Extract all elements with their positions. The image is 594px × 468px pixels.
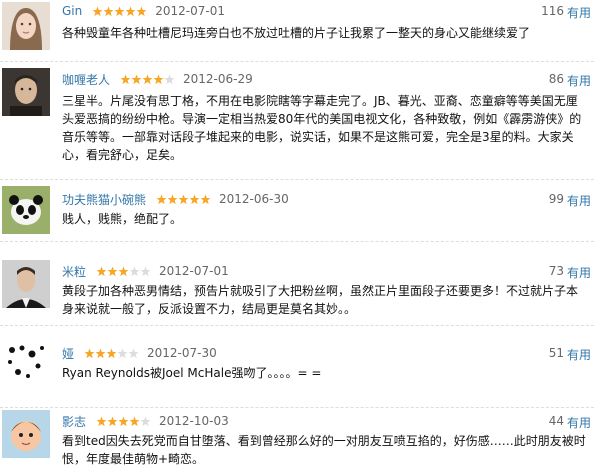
man-portrait-icon bbox=[2, 68, 50, 116]
cartoon-girl-icon bbox=[2, 410, 50, 458]
star-icon bbox=[114, 6, 125, 16]
useful-button[interactable]: 有用 bbox=[567, 346, 591, 363]
avatar[interactable] bbox=[2, 338, 50, 386]
review-date: 2012-07-30 bbox=[147, 346, 217, 360]
star-icon bbox=[106, 348, 117, 358]
star-icon bbox=[125, 6, 136, 16]
star-icon bbox=[84, 348, 95, 358]
star-icon bbox=[136, 6, 147, 16]
rating-stars bbox=[84, 348, 139, 359]
useful-button[interactable]: 有用 bbox=[567, 4, 591, 21]
vote-count: 51 bbox=[548, 346, 564, 360]
review-text: 贱人，贱熊，绝配了。 bbox=[62, 212, 183, 226]
vote-count: 86 bbox=[548, 72, 564, 86]
star-icon bbox=[129, 266, 140, 276]
rating-stars bbox=[156, 194, 211, 205]
star-icon bbox=[118, 266, 129, 276]
star-icon bbox=[118, 416, 129, 426]
review-list: Gin 2012-07-01 116 有用 各种毁童年各种吐槽尼玛连旁白也不放过… bbox=[0, 0, 594, 468]
review-text: Ryan Reynolds被Joel McHale强吻了。。。。= = bbox=[62, 366, 322, 380]
star-icon bbox=[178, 194, 189, 204]
star-icon bbox=[142, 74, 153, 84]
review-date: 2012-06-30 bbox=[219, 192, 289, 206]
useful-button[interactable]: 有用 bbox=[567, 72, 591, 89]
avatar[interactable] bbox=[2, 410, 50, 458]
star-icon bbox=[128, 348, 139, 358]
star-icon bbox=[95, 348, 106, 358]
woman-portrait-icon bbox=[2, 2, 50, 50]
review-item: 咖喱老人 2012-06-29 86 有用 三星半。片尾没有思丁格，不用在电影院… bbox=[0, 62, 594, 180]
review-text: 三星半。片尾没有思丁格，不用在电影院瞎等字幕走完了。JB、暮光、亚裔、恋童癖等等… bbox=[62, 94, 582, 162]
author-name[interactable]: 咖喱老人 bbox=[62, 71, 110, 88]
star-icon bbox=[156, 194, 167, 204]
vote-count: 99 bbox=[548, 192, 564, 206]
avatar[interactable] bbox=[2, 260, 50, 308]
review-date: 2012-10-03 bbox=[159, 414, 229, 428]
author-name[interactable]: 影志 bbox=[62, 413, 86, 430]
avatar[interactable] bbox=[2, 186, 50, 234]
review-date: 2012-07-01 bbox=[155, 4, 225, 18]
panda-icon bbox=[2, 186, 50, 234]
author-name[interactable]: 米粒 bbox=[62, 263, 86, 280]
review-date: 2012-07-01 bbox=[159, 264, 229, 278]
vote-count: 116 bbox=[541, 4, 564, 18]
review-text: 各种毁童年各种吐槽尼玛连旁白也不放过吐槽的片子让我累了一整天的身心又能继续爱了 bbox=[62, 26, 531, 40]
star-icon bbox=[153, 74, 164, 84]
rating-stars bbox=[96, 416, 151, 427]
star-icon bbox=[92, 6, 103, 16]
review-item: 影志 2012-10-03 44 有用 看到ted因失去死党而自甘堕落、看到曾经… bbox=[0, 408, 594, 468]
useful-button[interactable]: 有用 bbox=[567, 192, 591, 209]
avatar[interactable] bbox=[2, 68, 50, 116]
star-icon bbox=[96, 266, 107, 276]
review-item: Gin 2012-07-01 116 有用 各种毁童年各种吐槽尼玛连旁白也不放过… bbox=[0, 0, 594, 62]
star-icon bbox=[107, 266, 118, 276]
vote-count: 73 bbox=[548, 264, 564, 278]
man-suit-icon bbox=[2, 260, 50, 308]
star-icon bbox=[120, 74, 131, 84]
star-icon bbox=[167, 194, 178, 204]
rating-stars bbox=[96, 266, 151, 277]
star-icon bbox=[131, 74, 142, 84]
review-text: 黄段子加各种恶男情结，预告片就吸引了大把粉丝啊，虽然正片里面段子还要更多！不过就… bbox=[62, 284, 579, 316]
review-item: 娅 2012-07-30 51 有用 Ryan Reynolds被Joel Mc… bbox=[0, 326, 594, 408]
review-item: 米粒 2012-07-01 73 有用 黄段子加各种恶男情结，预告片就吸引了大把… bbox=[0, 242, 594, 326]
rating-stars bbox=[120, 74, 175, 85]
avatar[interactable] bbox=[2, 2, 50, 50]
useful-button[interactable]: 有用 bbox=[567, 414, 591, 431]
review-item: 功夫熊猫小碗熊 2012-06-30 99 有用 贱人，贱熊，绝配了。 bbox=[0, 180, 594, 242]
star-icon bbox=[107, 416, 118, 426]
author-name[interactable]: 功夫熊猫小碗熊 bbox=[62, 191, 146, 208]
star-icon bbox=[164, 74, 175, 84]
review-text: 看到ted因失去死党而自甘堕落、看到曾经那么好的一对朋友互喷互掐的，好伤感……此… bbox=[62, 434, 586, 466]
star-icon bbox=[129, 416, 140, 426]
star-icon bbox=[140, 416, 151, 426]
rating-stars bbox=[92, 6, 147, 17]
star-icon bbox=[117, 348, 128, 358]
dots-pattern-icon bbox=[2, 338, 50, 386]
star-icon bbox=[200, 194, 211, 204]
star-icon bbox=[103, 6, 114, 16]
useful-button[interactable]: 有用 bbox=[567, 264, 591, 281]
author-name[interactable]: 娅 bbox=[62, 345, 74, 362]
review-date: 2012-06-29 bbox=[183, 72, 253, 86]
vote-count: 44 bbox=[548, 414, 564, 428]
star-icon bbox=[96, 416, 107, 426]
star-icon bbox=[189, 194, 200, 204]
author-name[interactable]: Gin bbox=[62, 4, 82, 18]
star-icon bbox=[140, 266, 151, 276]
